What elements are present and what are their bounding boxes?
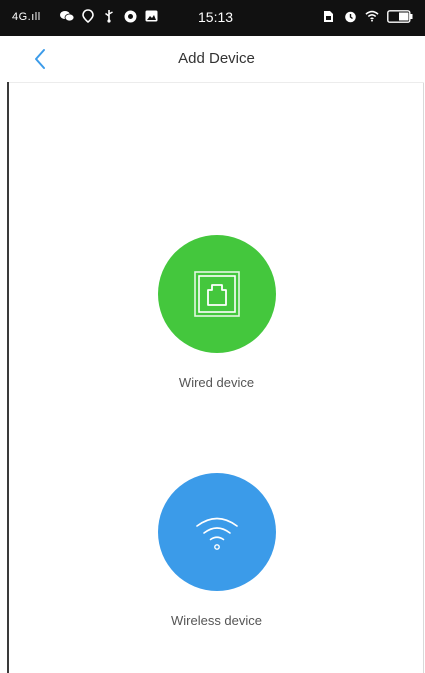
wifi-icon xyxy=(195,517,238,550)
sim-icon xyxy=(321,9,335,23)
battery-icon xyxy=(387,9,413,23)
wired-device-button[interactable] xyxy=(157,235,276,353)
system-icons xyxy=(321,9,413,23)
gallery-icon xyxy=(144,9,158,23)
vpn-icon xyxy=(123,9,137,23)
add-device-screen: 4G.ıll 15:13 Add Device Wired device Wir… xyxy=(0,0,425,673)
wired-device-label: Wired device xyxy=(178,375,255,390)
location-icon xyxy=(81,9,95,23)
clock: 15:13 xyxy=(198,9,234,25)
page-title: Add Device xyxy=(178,50,255,67)
wired-device-option[interactable]: Wired device xyxy=(9,235,424,390)
wireless-device-button[interactable] xyxy=(157,473,276,591)
alarm-icon xyxy=(343,9,357,23)
wechat-icon xyxy=(60,9,74,23)
notification-icons xyxy=(60,9,158,23)
ethernet-port-icon xyxy=(193,271,240,317)
wifi-icon xyxy=(365,9,379,23)
usb-icon xyxy=(102,9,116,23)
navigation-bar: Add Device xyxy=(9,36,424,83)
wireless-device-option[interactable]: Wireless device xyxy=(9,473,424,628)
signal-indicator: 4G.ıll xyxy=(12,11,41,23)
wireless-device-label: Wireless device xyxy=(170,613,263,628)
status-bar: 4G.ıll 15:13 xyxy=(0,0,425,36)
